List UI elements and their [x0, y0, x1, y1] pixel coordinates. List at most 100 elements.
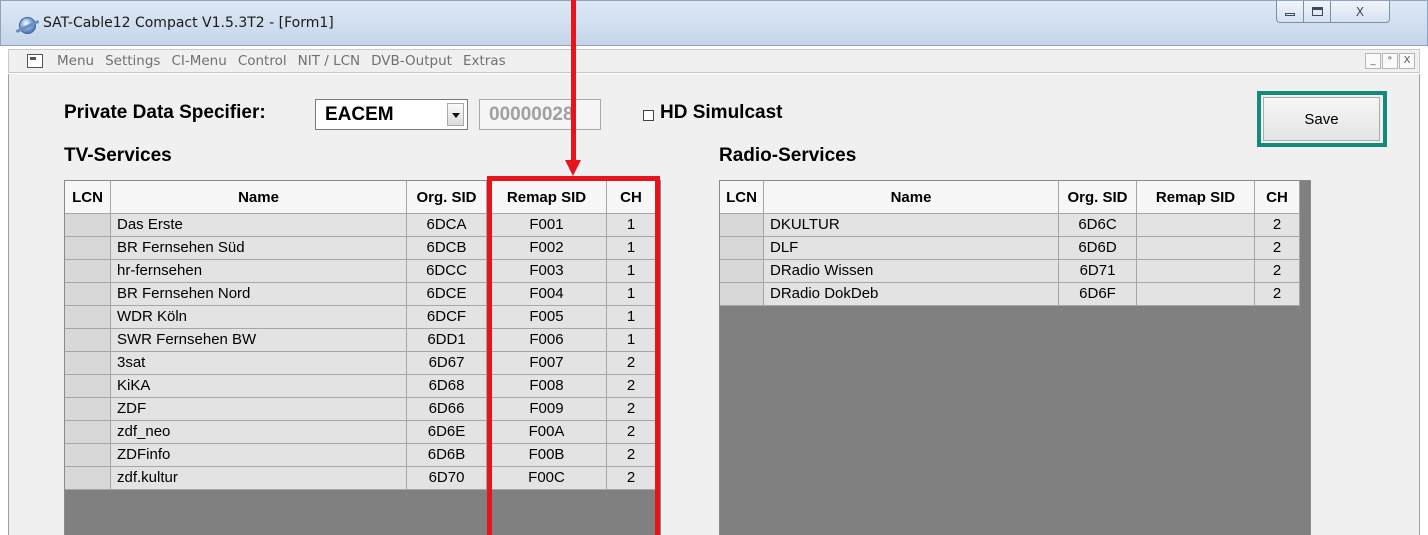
remap-sid-cell[interactable] [1137, 214, 1255, 237]
org-sid-cell[interactable]: 6D6E [407, 421, 487, 444]
mdi-restore-button[interactable]: ᵊ [1382, 53, 1398, 69]
lcn-cell[interactable] [65, 306, 111, 329]
org-sid-cell[interactable]: 6DCA [407, 214, 487, 237]
window-title: SAT-Cable12 Compact V1.5.3T2 - [Form1] [43, 15, 334, 31]
lcn-cell[interactable] [65, 260, 111, 283]
org-sid-cell[interactable]: 6D6B [407, 444, 487, 467]
mdi-minimize-button[interactable]: _ [1365, 53, 1381, 69]
org-sid-cell[interactable]: 6D66 [407, 398, 487, 421]
annotation-arrow-head-icon [565, 160, 581, 176]
table-row[interactable]: DRadio Wissen 6D71 2 [720, 260, 1310, 283]
chevron-down-icon[interactable] [447, 103, 464, 126]
table-row[interactable]: DRadio DokDeb 6D6F 2 [720, 283, 1310, 306]
close-icon: X [1355, 4, 1365, 19]
name-cell[interactable]: ZDF [111, 398, 407, 421]
lcn-cell[interactable] [65, 398, 111, 421]
lcn-cell[interactable] [65, 375, 111, 398]
menu-item-ci-menu[interactable]: CI-Menu [171, 53, 226, 69]
private-data-specifier-selected: EACEM [325, 104, 394, 125]
lcn-cell[interactable] [720, 260, 764, 283]
remap-sid-cell[interactable] [1137, 283, 1255, 306]
lcn-cell[interactable] [720, 237, 764, 260]
name-cell[interactable]: WDR Köln [111, 306, 407, 329]
lcn-cell[interactable] [65, 421, 111, 444]
lcn-cell[interactable] [65, 444, 111, 467]
org-sid-cell[interactable]: 6DCF [407, 306, 487, 329]
org-sid-cell[interactable]: 6D71 [1059, 260, 1137, 283]
maximize-button[interactable] [1303, 1, 1331, 23]
radio-services-title: Radio-Services [719, 145, 857, 166]
name-cell[interactable]: BR Fernsehen Süd [111, 237, 407, 260]
org-sid-cell[interactable]: 6D67 [407, 352, 487, 375]
lcn-cell[interactable] [65, 329, 111, 352]
radio-services-grid: LCN Name Org. SID Remap SID CH DKULTUR 6D6C 2 DL… [719, 180, 1311, 535]
table-row[interactable]: DLF 6D6D 2 [720, 237, 1310, 260]
lcn-cell[interactable] [65, 283, 111, 306]
satellite-app-icon [19, 17, 36, 34]
org-sid-cell[interactable]: 6D6D [1059, 237, 1137, 260]
org-sid-cell[interactable]: 6D70 [407, 467, 487, 490]
menu-item-settings[interactable]: Settings [105, 53, 160, 69]
menu-item-nit-lcn[interactable]: NIT / LCN [298, 53, 361, 69]
name-cell[interactable]: DLF [764, 237, 1059, 260]
menu-item-extras[interactable]: Extras [463, 53, 506, 69]
name-cell[interactable]: SWR Fernsehen BW [111, 329, 407, 352]
lcn-cell[interactable] [720, 214, 764, 237]
table-row[interactable]: DKULTUR 6D6C 2 [720, 214, 1310, 237]
column-header-name[interactable]: Name [111, 181, 407, 214]
lcn-cell[interactable] [65, 467, 111, 490]
ch-cell[interactable]: 2 [1255, 237, 1300, 260]
remap-sid-cell[interactable] [1137, 237, 1255, 260]
annotation-arrow-line [571, 0, 576, 162]
column-header-org-sid[interactable]: Org. SID [407, 181, 487, 214]
name-cell[interactable]: 3sat [111, 352, 407, 375]
menu-item-control[interactable]: Control [238, 53, 287, 69]
column-header-name[interactable]: Name [764, 181, 1059, 214]
name-cell[interactable]: ZDFinfo [111, 444, 407, 467]
name-cell[interactable]: hr-fernsehen [111, 260, 407, 283]
column-header-org-sid[interactable]: Org. SID [1059, 181, 1137, 214]
hd-simulcast-label: HD Simulcast [660, 102, 783, 123]
minimize-icon [1285, 13, 1295, 16]
mdi-window-icon[interactable] [27, 54, 43, 68]
column-header-lcn[interactable]: LCN [720, 181, 764, 214]
lcn-cell[interactable] [65, 214, 111, 237]
lcn-cell[interactable] [65, 237, 111, 260]
column-header-ch[interactable]: CH [1255, 181, 1300, 214]
org-sid-cell[interactable]: 6D68 [407, 375, 487, 398]
name-cell[interactable]: DKULTUR [764, 214, 1059, 237]
org-sid-cell[interactable]: 6DCB [407, 237, 487, 260]
org-sid-cell[interactable]: 6DD1 [407, 329, 487, 352]
minimize-button[interactable] [1276, 1, 1304, 23]
lcn-cell[interactable] [65, 352, 111, 375]
column-header-remap-sid[interactable]: Remap SID [1137, 181, 1255, 214]
org-sid-cell[interactable]: 6D6C [1059, 214, 1137, 237]
ch-cell[interactable]: 2 [1255, 260, 1300, 283]
name-cell[interactable]: DRadio DokDeb [764, 283, 1059, 306]
name-cell[interactable]: zdf_neo [111, 421, 407, 444]
private-data-specifier-select[interactable]: EACEM [315, 99, 468, 130]
title-bar[interactable]: SAT-Cable12 Compact V1.5.3T2 - [Form1] X [0, 0, 1428, 46]
column-header-lcn[interactable]: LCN [65, 181, 111, 214]
org-sid-cell[interactable]: 6DCE [407, 283, 487, 306]
ch-cell[interactable]: 2 [1255, 214, 1300, 237]
hd-simulcast-checkbox[interactable] [643, 110, 654, 121]
name-cell[interactable]: zdf.kultur [111, 467, 407, 490]
menu-item-menu[interactable]: Menu [57, 53, 94, 69]
menu-item-dvb-output[interactable]: DVB-Output [371, 53, 452, 69]
org-sid-cell[interactable]: 6D6F [1059, 283, 1137, 306]
mdi-close-button[interactable]: X [1399, 53, 1415, 69]
menu-items: Menu Settings CI-Menu Control NIT / LCN DVB-O… [57, 53, 506, 69]
name-cell[interactable]: DRadio Wissen [764, 260, 1059, 283]
close-button[interactable]: X [1330, 1, 1390, 23]
org-sid-cell[interactable]: 6DCC [407, 260, 487, 283]
ch-cell[interactable]: 2 [1255, 283, 1300, 306]
maximize-icon [1311, 7, 1323, 16]
name-cell[interactable]: BR Fernsehen Nord [111, 283, 407, 306]
remap-sid-cell[interactable] [1137, 260, 1255, 283]
mdi-child-buttons: _ ᵊ X [1365, 53, 1415, 69]
lcn-cell[interactable] [720, 283, 764, 306]
grid-header-row: LCN Name Org. SID Remap SID CH [720, 181, 1310, 214]
name-cell[interactable]: KiKA [111, 375, 407, 398]
name-cell[interactable]: Das Erste [111, 214, 407, 237]
